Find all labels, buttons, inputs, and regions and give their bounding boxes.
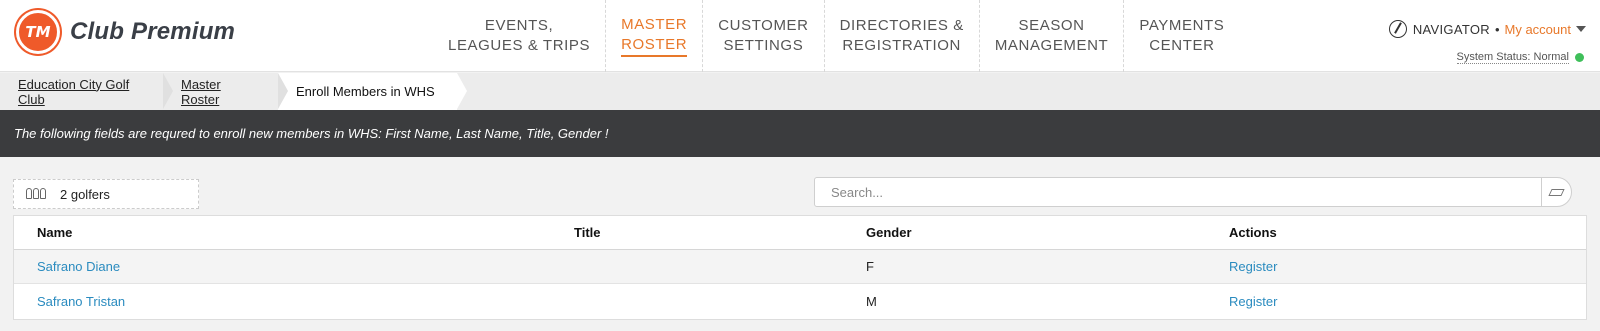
member-name-link[interactable]: Safrano Tristan [37,294,125,309]
nav-events-leagues-trips[interactable]: EVENTS, LEAGUES & TRIPS [433,0,607,72]
nav-payments-center[interactable]: PAYMENTS CENTER [1124,0,1239,72]
column-header-gender[interactable]: Gender [866,225,912,240]
brand-name: Club Premium [70,18,236,45]
compass-icon[interactable] [1388,20,1407,38]
nav-label-line1: MASTER [621,16,688,33]
nav-label-line2: ROSTER [621,36,688,53]
eraser-icon [1548,188,1565,196]
separator-dot: • [1494,21,1500,37]
register-link[interactable]: Register [1229,294,1277,309]
system-status-text[interactable]: System Status: Normal [1456,51,1569,64]
member-gender: F [866,259,874,274]
nav-label-line2: SETTINGS [723,37,804,54]
breadcrumb-link[interactable]: Master Roster [181,77,256,107]
column-header-actions: Actions [1229,225,1277,240]
chevron-down-icon[interactable] [1576,26,1586,32]
nav-label-line1: SEASON [1018,17,1085,34]
member-name-link[interactable]: Safrano Diane [37,259,120,274]
brand-badge-icon: TM [16,10,60,54]
system-status: System Status: Normal [1456,51,1584,64]
nav-label-line1: PAYMENTS [1139,17,1225,34]
nav-season-management[interactable]: SEASON MANAGEMENT [980,0,1125,72]
top-header: TM Club Premium EVENTS, LEAGUES & TRIPS M… [0,0,1600,72]
breadcrumb-item-club[interactable]: Education City Golf Club [0,73,173,110]
breadcrumb-item-roster[interactable]: Master Roster [163,73,288,110]
clear-search-button[interactable] [1541,177,1571,207]
main-nav: EVENTS, LEAGUES & TRIPS MASTER ROSTER CUST… [433,0,1239,72]
column-header-title[interactable]: Title [574,225,601,240]
search-input[interactable] [815,178,1541,206]
nav-label-line1: CUSTOMER [718,17,809,34]
members-table: Name Title Gender Actions Safrano Diane … [13,215,1587,320]
golfer-count-label: 2 golfers [60,186,110,202]
table-row: Safrano Tristan M Register [14,284,1586,318]
nav-label-line2: LEAGUES & TRIPS [448,37,591,54]
breadcrumb: Education City Golf Club Master Roster E… [0,73,1600,110]
golfer-count: 2 golfers [13,179,199,209]
nav-label-line2: REGISTRATION [842,37,961,54]
status-indicator-icon [1575,53,1584,62]
nav-label-line1: DIRECTORIES & [839,17,964,34]
required-fields-banner: The following fields are requred to enro… [0,110,1600,157]
brand-logo[interactable]: TM Club Premium [16,10,235,54]
register-link[interactable]: Register [1229,259,1277,274]
table-header-row: Name Title Gender Actions [14,216,1586,250]
people-icon [26,188,48,200]
nav-label-line2: MANAGEMENT [994,37,1109,54]
column-header-name[interactable]: Name [37,225,72,240]
my-account-link[interactable]: My account [1505,22,1571,37]
breadcrumb-item-current: Enroll Members in WHS [278,73,467,110]
nav-label-line2: CENTER [1149,37,1215,54]
nav-master-roster[interactable]: MASTER ROSTER [606,0,704,72]
nav-customer-settings[interactable]: CUSTOMER SETTINGS [703,0,825,72]
member-gender: M [866,293,877,309]
nav-directories-registration[interactable]: DIRECTORIES & REGISTRATION [825,0,980,72]
search-box [814,177,1572,207]
breadcrumb-link[interactable]: Education City Golf Club [18,77,141,107]
navigator-link[interactable]: NAVIGATOR [1413,22,1490,37]
nav-label-line1: EVENTS, [484,17,554,34]
account-menu: NAVIGATOR • My account [1388,20,1586,38]
table-row: Safrano Diane F Register [14,250,1586,284]
